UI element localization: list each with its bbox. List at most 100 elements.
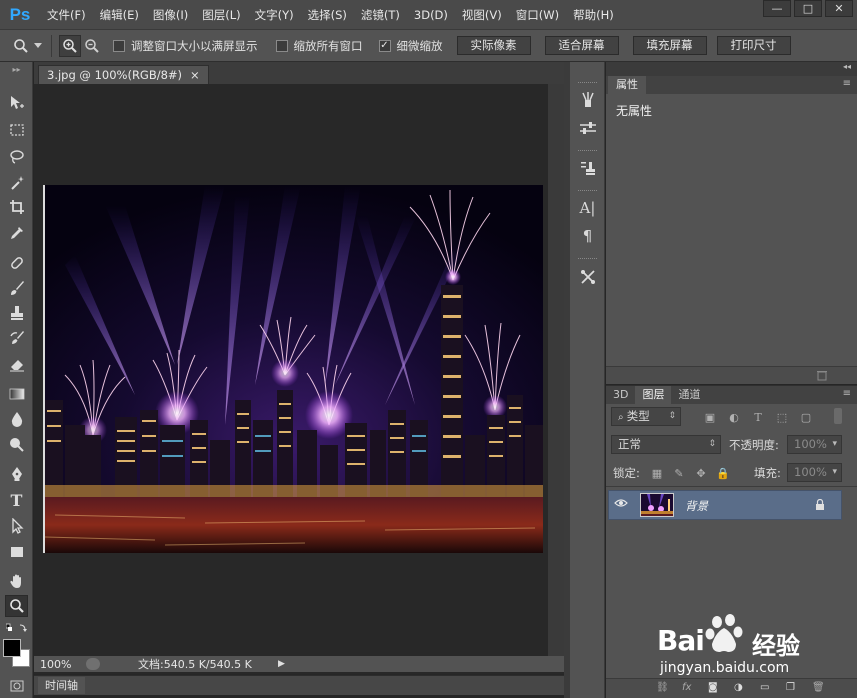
foreground-color-swatch[interactable]	[3, 639, 21, 657]
brush-tool-icon[interactable]	[5, 277, 28, 299]
blur-tool-icon[interactable]	[5, 408, 28, 430]
filter-toggle-switch[interactable]	[834, 408, 842, 424]
fill-field[interactable]: 100% ▾	[787, 463, 842, 482]
brush-preset-icon[interactable]	[575, 88, 600, 112]
zoom-level[interactable]: 100%	[34, 658, 86, 671]
history-brush-tool-icon[interactable]	[5, 327, 28, 349]
lock-position-icon[interactable]: ✥	[694, 466, 708, 480]
zoom-out-icon[interactable]	[81, 35, 103, 57]
checkbox-box[interactable]	[113, 39, 125, 52]
adjustment-layer-icon[interactable]: ◑	[734, 682, 743, 693]
status-arrow-icon[interactable]: ▶	[278, 659, 285, 669]
zoom-tool-preset-icon[interactable]	[10, 35, 32, 57]
fit-screen-button[interactable]: 适合屏幕	[544, 36, 619, 55]
panel-menu-icon[interactable]: ≡	[843, 78, 851, 89]
status-menu-icon[interactable]	[86, 658, 100, 670]
menu-select[interactable]: 选择(S)	[301, 7, 354, 23]
magic-wand-tool-icon[interactable]	[5, 172, 28, 194]
menu-view[interactable]: 视图(V)	[455, 7, 509, 23]
chevron-down-icon[interactable]	[32, 35, 44, 57]
menu-window[interactable]: 窗口(W)	[509, 7, 566, 23]
marquee-tool-icon[interactable]	[5, 119, 28, 141]
scrubby-zoom-checkbox[interactable]: ✓ 细微缩放	[378, 38, 443, 54]
fx-icon[interactable]: fx	[682, 682, 691, 693]
lock-image-brush-icon[interactable]: ✎	[672, 466, 686, 480]
panel-grip[interactable]	[578, 150, 597, 153]
pen-tool-icon[interactable]	[5, 463, 28, 485]
move-tool-icon[interactable]	[5, 92, 28, 114]
zoom-in-icon[interactable]	[59, 34, 81, 57]
menu-layer[interactable]: 图层(L)	[195, 7, 247, 23]
gradient-tool-icon[interactable]	[5, 383, 28, 405]
print-size-button[interactable]: 打印尺寸	[716, 36, 791, 55]
menu-type[interactable]: 文字(Y)	[248, 7, 301, 23]
quick-mask-icon[interactable]	[5, 675, 28, 697]
zoom-tool-icon[interactable]	[5, 595, 28, 617]
swap-colors-icon[interactable]	[5, 622, 28, 634]
close-button[interactable]: ✕	[825, 0, 853, 17]
filter-adjustment-icon[interactable]: ◐	[727, 410, 741, 424]
type-tool-icon[interactable]: T	[5, 489, 28, 511]
tab-3d[interactable]: 3D	[606, 386, 635, 404]
check-mark-icon[interactable]: ✓	[378, 39, 391, 52]
brush-settings-icon[interactable]	[575, 116, 600, 140]
lock-all-icon[interactable]: 🔒	[716, 466, 730, 480]
add-mask-icon[interactable]: ◙	[708, 682, 718, 693]
document-tab[interactable]: 3.jpg @ 100%(RGB/8#) ×	[38, 65, 209, 84]
paragraph-panel-icon[interactable]: ¶	[575, 224, 600, 248]
panel-grip[interactable]	[578, 190, 597, 193]
tool-presets-icon[interactable]	[575, 265, 600, 289]
vertical-scrollbar[interactable]	[548, 84, 564, 658]
menu-filter[interactable]: 滤镜(T)	[354, 7, 407, 23]
blend-mode-select[interactable]: 正常 ⇕	[611, 435, 721, 454]
dodge-tool-icon[interactable]	[5, 434, 28, 456]
crop-tool-icon[interactable]	[5, 196, 28, 218]
clone-source-icon[interactable]	[575, 156, 600, 180]
eraser-tool-icon[interactable]	[5, 353, 28, 375]
fill-screen-button[interactable]: 填充屏幕	[632, 36, 707, 55]
trash-icon[interactable]	[816, 369, 828, 384]
filter-smart-object-icon[interactable]: ▢	[799, 410, 813, 424]
collapse-arrows-icon[interactable]: ▸▸	[5, 65, 28, 74]
minimize-button[interactable]: —	[763, 0, 791, 17]
tab-layers[interactable]: 图层	[635, 386, 672, 404]
lock-transparent-icon[interactable]: ▦	[650, 466, 664, 480]
menu-3d[interactable]: 3D(D)	[407, 8, 455, 22]
filter-type-icon[interactable]: T	[751, 410, 765, 424]
menu-help[interactable]: 帮助(H)	[566, 7, 621, 23]
trash-icon[interactable]: 🗑	[812, 682, 825, 693]
actual-pixels-button[interactable]: 实际像素	[456, 36, 531, 55]
character-panel-icon[interactable]: A|	[575, 196, 600, 220]
new-group-icon[interactable]: ▭	[760, 682, 769, 693]
checkbox-box[interactable]	[275, 39, 288, 52]
layer-name[interactable]: 背景	[685, 498, 708, 514]
eye-icon[interactable]	[614, 498, 628, 511]
tab-channels[interactable]: 通道	[671, 386, 707, 404]
resize-windows-checkbox[interactable]: 调整窗口大小以满屏显示	[113, 38, 258, 54]
link-layers-icon[interactable]: ⛓	[656, 682, 669, 693]
image-canvas[interactable]	[43, 185, 543, 553]
path-selection-tool-icon[interactable]	[5, 515, 28, 537]
menu-image[interactable]: 图像(I)	[146, 7, 195, 23]
timeline-tab[interactable]: 时间轴	[38, 677, 85, 694]
lasso-tool-icon[interactable]	[5, 146, 28, 168]
filter-pixel-icon[interactable]: ▣	[703, 410, 717, 424]
properties-tab[interactable]: 属性	[608, 76, 646, 94]
menu-edit[interactable]: 编辑(E)	[93, 7, 146, 23]
panel-grip[interactable]	[578, 258, 597, 261]
zoom-all-windows-checkbox[interactable]: 缩放所有窗口	[275, 38, 363, 54]
layer-filter-select[interactable]: ⌕ 类型 ⇕	[611, 407, 681, 426]
new-layer-icon[interactable]: ❐	[786, 682, 795, 693]
menu-file[interactable]: 文件(F)	[40, 7, 93, 23]
filter-shape-icon[interactable]: ⬚	[775, 410, 789, 424]
collapse-arrows-icon[interactable]: ◂◂	[843, 62, 851, 71]
rectangle-tool-icon[interactable]	[5, 541, 28, 563]
eyedropper-tool-icon[interactable]	[5, 222, 28, 244]
panel-menu-icon[interactable]: ≡	[843, 388, 851, 399]
restore-button[interactable]: □	[794, 0, 822, 17]
hand-tool-icon[interactable]	[5, 570, 28, 592]
panel-grip[interactable]	[578, 82, 597, 85]
close-icon[interactable]: ×	[190, 66, 200, 84]
healing-brush-tool-icon[interactable]	[5, 252, 28, 274]
clone-stamp-tool-icon[interactable]	[5, 302, 28, 324]
